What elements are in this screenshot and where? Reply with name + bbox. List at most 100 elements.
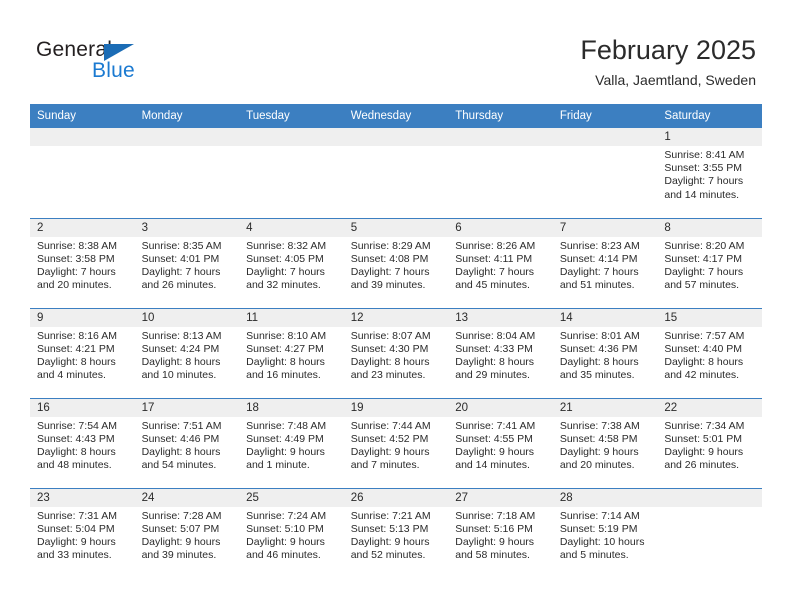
- title-block: February 2025 Valla, Jaemtland, Sweden: [580, 34, 756, 90]
- day-cell-inner: 1 Sunrise: 8:41 AM Sunset: 3:55 PM Daylight…: [657, 128, 762, 217]
- daylight-duration-line2: and 54 minutes.: [141, 459, 217, 472]
- daylight-duration-line1: Daylight: 8 hours: [664, 355, 744, 368]
- calendar-week-row: 23 Sunrise: 7:31 AM Sunset: 5:04 PM Dayligh…: [30, 487, 762, 578]
- daylight-duration-line2: and 57 minutes.: [664, 279, 740, 292]
- day-number: 3: [134, 218, 240, 237]
- weekday-header-sunday: Sunday: [30, 104, 135, 128]
- day-cell-inner: 20 Sunrise: 7:41 AM Sunset: 4:55 PM Dayligh…: [448, 398, 553, 488]
- daylight-duration-line2: and 4 minutes.: [37, 369, 106, 382]
- calendar-day-cell[interactable]: 27 Sunrise: 7:18 AM Sunset: 5:16 PM Dayligh…: [448, 487, 553, 578]
- calendar-day-cell[interactable]: 6 Sunrise: 8:26 AM Sunset: 4:11 PM Daylight…: [448, 217, 553, 308]
- calendar-day-cell[interactable]: 9 Sunrise: 8:16 AM Sunset: 4:21 PM Daylight…: [30, 307, 135, 398]
- calendar-day-cell[interactable]: 16 Sunrise: 7:54 AM Sunset: 4:43 PM Dayligh…: [30, 397, 135, 488]
- daylight-duration-line1: Daylight: 9 hours: [455, 535, 535, 548]
- sunrise-time: Sunrise: 7:44 AM: [350, 419, 431, 432]
- day-cell-inner: [134, 128, 240, 217]
- day-number: 2: [30, 218, 135, 237]
- day-sun-info: Sunrise: 7:57 AM Sunset: 4:40 PM Daylight:…: [657, 327, 762, 383]
- day-number: [448, 128, 553, 146]
- day-cell-inner: 22 Sunrise: 7:34 AM Sunset: 5:01 PM Dayligh…: [657, 398, 762, 488]
- day-number: 26: [343, 488, 449, 507]
- calendar-day-cell[interactable]: 14 Sunrise: 8:01 AM Sunset: 4:36 PM Dayligh…: [552, 307, 658, 398]
- sunrise-time: Sunrise: 8:01 AM: [559, 329, 640, 342]
- sunrise-time: Sunrise: 8:07 AM: [350, 329, 431, 342]
- day-number: 4: [239, 218, 344, 237]
- calendar-day-cell[interactable]: 7 Sunrise: 8:23 AM Sunset: 4:14 PM Daylight…: [552, 217, 658, 308]
- day-number: [552, 128, 658, 146]
- calendar-day-cell[interactable]: 15 Sunrise: 7:57 AM Sunset: 4:40 PM Dayligh…: [657, 307, 762, 398]
- daylight-duration-line1: Daylight: 9 hours: [141, 535, 221, 548]
- calendar-day-cell[interactable]: 18 Sunrise: 7:48 AM Sunset: 4:49 PM Dayligh…: [239, 397, 344, 488]
- day-number: 15: [657, 308, 762, 327]
- sunset-time: Sunset: 5:01 PM: [664, 432, 743, 445]
- daylight-duration-line2: and 32 minutes.: [246, 279, 321, 292]
- sunrise-time: Sunrise: 8:26 AM: [455, 239, 536, 252]
- daylight-duration-line1: Daylight: 9 hours: [350, 535, 430, 548]
- calendar-day-cell[interactable]: 13 Sunrise: 8:04 AM Sunset: 4:33 PM Dayligh…: [448, 307, 553, 398]
- daylight-duration-line2: and 39 minutes.: [350, 279, 426, 292]
- calendar-day-cell[interactable]: 5 Sunrise: 8:29 AM Sunset: 4:08 PM Daylight…: [343, 217, 449, 308]
- daylight-duration-line1: Daylight: 7 hours: [664, 265, 744, 278]
- daylight-duration-line1: Daylight: 8 hours: [455, 355, 535, 368]
- calendar-day-cell[interactable]: 21 Sunrise: 7:38 AM Sunset: 4:58 PM Dayligh…: [552, 397, 658, 488]
- day-number: 21: [552, 398, 658, 417]
- day-number: 5: [343, 218, 449, 237]
- daylight-duration-line1: Daylight: 9 hours: [37, 535, 116, 548]
- daylight-duration-line2: and 52 minutes.: [350, 549, 426, 562]
- sunset-time: Sunset: 4:01 PM: [141, 252, 220, 265]
- sunset-time: Sunset: 4:55 PM: [455, 432, 533, 445]
- day-cell-inner: [343, 128, 449, 217]
- sunrise-time: Sunrise: 7:24 AM: [246, 509, 327, 522]
- sunset-time: Sunset: 4:49 PM: [246, 432, 324, 445]
- daylight-duration-line1: Daylight: 9 hours: [246, 535, 325, 548]
- calendar-day-cell[interactable]: 28 Sunrise: 7:14 AM Sunset: 5:19 PM Dayligh…: [552, 487, 658, 578]
- sunset-time: Sunset: 4:08 PM: [350, 252, 429, 265]
- calendar-day-cell[interactable]: 20 Sunrise: 7:41 AM Sunset: 4:55 PM Dayligh…: [448, 397, 553, 488]
- day-number: 23: [30, 488, 135, 507]
- day-cell-inner: 26 Sunrise: 7:21 AM Sunset: 5:13 PM Dayligh…: [343, 488, 449, 578]
- sunset-time: Sunset: 3:55 PM: [664, 162, 743, 175]
- day-sun-info: Sunrise: 8:26 AM Sunset: 4:11 PM Daylight:…: [448, 237, 553, 293]
- calendar-day-cell[interactable]: 1 Sunrise: 8:41 AM Sunset: 3:55 PM Daylight…: [657, 128, 762, 218]
- calendar-day-cell[interactable]: 24 Sunrise: 7:28 AM Sunset: 5:07 PM Dayligh…: [134, 487, 240, 578]
- day-cell-inner: 7 Sunrise: 8:23 AM Sunset: 4:14 PM Daylight…: [552, 218, 658, 308]
- day-sun-info: Sunrise: 7:18 AM Sunset: 5:16 PM Daylight:…: [448, 507, 553, 563]
- general-blue-logo[interactable]: General Blue: [36, 38, 216, 88]
- calendar-day-cell[interactable]: 12 Sunrise: 8:07 AM Sunset: 4:30 PM Dayligh…: [343, 307, 449, 398]
- calendar-day-cell[interactable]: 25 Sunrise: 7:24 AM Sunset: 5:10 PM Dayligh…: [239, 487, 344, 578]
- day-cell-inner: 16 Sunrise: 7:54 AM Sunset: 4:43 PM Dayligh…: [30, 398, 135, 488]
- day-sun-info: Sunrise: 8:16 AM Sunset: 4:21 PM Daylight:…: [30, 327, 135, 383]
- daylight-duration-line2: and 5 minutes.: [559, 549, 629, 562]
- day-sun-info: Sunrise: 8:35 AM Sunset: 4:01 PM Daylight:…: [135, 237, 240, 293]
- calendar-day-cell[interactable]: 22 Sunrise: 7:34 AM Sunset: 5:01 PM Dayligh…: [657, 397, 762, 488]
- sunset-time: Sunset: 5:13 PM: [350, 522, 429, 535]
- day-cell-inner: 6 Sunrise: 8:26 AM Sunset: 4:11 PM Daylight…: [448, 218, 553, 308]
- calendar-day-cell[interactable]: 19 Sunrise: 7:44 AM Sunset: 4:52 PM Dayligh…: [343, 397, 449, 488]
- calendar-day-cell[interactable]: 3 Sunrise: 8:35 AM Sunset: 4:01 PM Daylight…: [134, 217, 240, 308]
- day-number: 27: [448, 488, 553, 507]
- calendar-day-cell[interactable]: 8 Sunrise: 8:20 AM Sunset: 4:17 PM Daylight…: [657, 217, 762, 308]
- calendar-day-cell[interactable]: 4 Sunrise: 8:32 AM Sunset: 4:05 PM Daylight…: [239, 217, 344, 308]
- daylight-duration-line2: and 33 minutes.: [37, 549, 112, 562]
- day-sun-info: Sunrise: 8:10 AM Sunset: 4:27 PM Daylight:…: [239, 327, 344, 383]
- day-number: 6: [448, 218, 553, 237]
- day-number: 28: [552, 488, 658, 507]
- day-cell-inner: 25 Sunrise: 7:24 AM Sunset: 5:10 PM Dayligh…: [239, 488, 344, 578]
- daylight-duration-line2: and 51 minutes.: [559, 279, 635, 292]
- calendar-day-cell-empty: [657, 487, 762, 578]
- calendar-day-cell[interactable]: 23 Sunrise: 7:31 AM Sunset: 5:04 PM Dayligh…: [30, 487, 135, 578]
- calendar-day-cell[interactable]: 11 Sunrise: 8:10 AM Sunset: 4:27 PM Dayligh…: [239, 307, 344, 398]
- sunrise-time: Sunrise: 8:38 AM: [37, 239, 117, 252]
- daylight-duration-line2: and 23 minutes.: [350, 369, 426, 382]
- sunrise-time: Sunrise: 8:10 AM: [246, 329, 327, 342]
- daylight-duration-line2: and 29 minutes.: [455, 369, 530, 382]
- sunset-time: Sunset: 4:52 PM: [350, 432, 429, 445]
- day-sun-info: Sunrise: 7:24 AM Sunset: 5:10 PM Daylight:…: [239, 507, 344, 563]
- calendar-day-cell[interactable]: 2 Sunrise: 8:38 AM Sunset: 3:58 PM Daylight…: [30, 217, 135, 308]
- calendar-day-cell[interactable]: 26 Sunrise: 7:21 AM Sunset: 5:13 PM Dayligh…: [343, 487, 449, 578]
- calendar-day-cell[interactable]: 17 Sunrise: 7:51 AM Sunset: 4:46 PM Dayligh…: [134, 397, 240, 488]
- daylight-duration-line1: Daylight: 9 hours: [350, 445, 430, 458]
- calendar-day-cell[interactable]: 10 Sunrise: 8:13 AM Sunset: 4:24 PM Dayligh…: [134, 307, 240, 398]
- calendar-week-row: 1 Sunrise: 8:41 AM Sunset: 3:55 PM Daylight…: [30, 128, 762, 218]
- sunset-time: Sunset: 4:30 PM: [350, 342, 429, 355]
